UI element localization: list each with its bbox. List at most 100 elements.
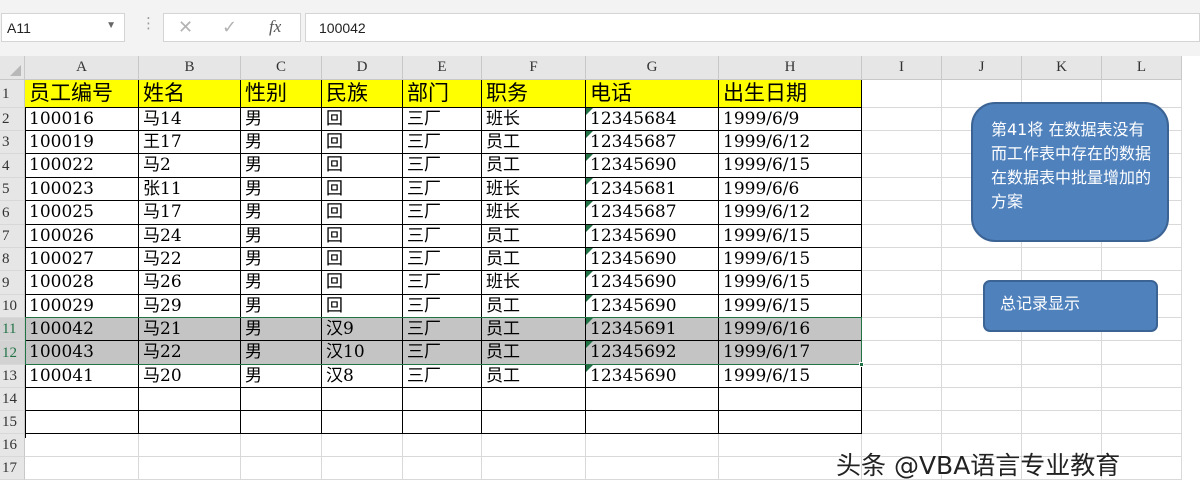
- data-cell[interactable]: 三厂: [403, 341, 482, 365]
- empty-cell[interactable]: [862, 388, 942, 411]
- data-cell[interactable]: 员工: [482, 154, 586, 178]
- data-cell[interactable]: 班长: [482, 108, 586, 131]
- data-cell[interactable]: 员工: [482, 248, 586, 271]
- data-cell[interactable]: 1999/6/15: [719, 271, 862, 295]
- data-cell[interactable]: 三厂: [403, 295, 482, 318]
- data-cell[interactable]: 回: [322, 295, 403, 318]
- header-cell[interactable]: 出生日期: [719, 80, 862, 108]
- name-box-value[interactable]: A11: [7, 20, 31, 36]
- empty-cell[interactable]: [25, 434, 139, 457]
- empty-cell[interactable]: [862, 248, 942, 271]
- column-header-j[interactable]: J: [942, 56, 1022, 80]
- empty-cell[interactable]: [586, 388, 719, 411]
- data-cell[interactable]: 100028: [25, 271, 139, 295]
- name-box[interactable]: A11 ▼: [1, 13, 125, 42]
- data-cell[interactable]: 1999/6/12: [719, 201, 862, 225]
- empty-cell[interactable]: [942, 411, 1022, 434]
- empty-cell[interactable]: [482, 457, 586, 480]
- data-cell[interactable]: 员工: [482, 365, 586, 388]
- data-cell[interactable]: 1999/6/15: [719, 154, 862, 178]
- column-header-i[interactable]: I: [862, 56, 942, 80]
- column-header-g[interactable]: G: [586, 56, 719, 80]
- data-cell[interactable]: 班长: [482, 178, 586, 201]
- data-cell[interactable]: 马24: [139, 225, 241, 248]
- empty-cell[interactable]: [482, 434, 586, 457]
- header-cell[interactable]: 员工编号: [25, 80, 139, 108]
- column-header-c[interactable]: C: [241, 56, 322, 80]
- data-cell[interactable]: 汉10: [322, 341, 403, 365]
- empty-cell[interactable]: [322, 411, 403, 434]
- empty-cell[interactable]: [942, 341, 1022, 365]
- data-cell[interactable]: 12345690: [586, 271, 719, 295]
- data-cell[interactable]: 100019: [25, 131, 139, 154]
- empty-cell[interactable]: [586, 457, 719, 480]
- data-cell[interactable]: 1999/6/12: [719, 131, 862, 154]
- cancel-icon[interactable]: ✕: [178, 17, 193, 38]
- data-cell[interactable]: 100029: [25, 295, 139, 318]
- empty-cell[interactable]: [862, 80, 942, 108]
- row-header-6[interactable]: 6: [0, 201, 25, 225]
- data-cell[interactable]: 100042: [25, 318, 139, 341]
- data-cell[interactable]: 1999/6/15: [719, 225, 862, 248]
- empty-cell[interactable]: [241, 457, 322, 480]
- row-header-9[interactable]: 9: [0, 271, 25, 295]
- data-cell[interactable]: 汉9: [322, 318, 403, 341]
- chevron-down-icon[interactable]: ▼: [106, 20, 116, 31]
- data-cell[interactable]: 1999/6/9: [719, 108, 862, 131]
- data-cell[interactable]: 三厂: [403, 201, 482, 225]
- data-cell[interactable]: 男: [241, 178, 322, 201]
- select-all-button[interactable]: [0, 56, 25, 80]
- data-cell[interactable]: 100027: [25, 248, 139, 271]
- data-cell[interactable]: 男: [241, 318, 322, 341]
- data-cell[interactable]: 张11: [139, 178, 241, 201]
- empty-cell[interactable]: [719, 388, 862, 411]
- empty-cell[interactable]: [403, 388, 482, 411]
- data-cell[interactable]: 三厂: [403, 318, 482, 341]
- column-header-l[interactable]: L: [1102, 56, 1182, 80]
- empty-cell[interactable]: [241, 388, 322, 411]
- data-cell[interactable]: 男: [241, 248, 322, 271]
- empty-cell[interactable]: [403, 411, 482, 434]
- empty-cell[interactable]: [862, 108, 942, 131]
- data-cell[interactable]: 员工: [482, 225, 586, 248]
- data-cell[interactable]: 12345690: [586, 248, 719, 271]
- row-header-4[interactable]: 4: [0, 154, 25, 178]
- header-cell[interactable]: 民族: [322, 80, 403, 108]
- data-cell[interactable]: 回: [322, 178, 403, 201]
- data-cell[interactable]: 员工: [482, 341, 586, 365]
- data-cell[interactable]: 王17: [139, 131, 241, 154]
- empty-cell[interactable]: [862, 411, 942, 434]
- empty-cell[interactable]: [241, 434, 322, 457]
- data-cell[interactable]: 马14: [139, 108, 241, 131]
- more-options-icon[interactable]: ⋮: [141, 14, 156, 32]
- data-cell[interactable]: 1999/6/15: [719, 365, 862, 388]
- data-cell[interactable]: 马29: [139, 295, 241, 318]
- data-cell[interactable]: 男: [241, 201, 322, 225]
- data-cell[interactable]: 马2: [139, 154, 241, 178]
- data-cell[interactable]: 100016: [25, 108, 139, 131]
- empty-cell[interactable]: [1022, 341, 1102, 365]
- data-cell[interactable]: 马22: [139, 248, 241, 271]
- data-cell[interactable]: 汉8: [322, 365, 403, 388]
- data-cell[interactable]: 100022: [25, 154, 139, 178]
- row-header-10[interactable]: 10: [0, 295, 25, 318]
- empty-cell[interactable]: [862, 295, 942, 318]
- header-cell[interactable]: 部门: [403, 80, 482, 108]
- empty-cell[interactable]: [1022, 248, 1102, 271]
- row-header-8[interactable]: 8: [0, 248, 25, 271]
- data-cell[interactable]: 回: [322, 225, 403, 248]
- data-cell[interactable]: 男: [241, 154, 322, 178]
- empty-cell[interactable]: [1102, 248, 1182, 271]
- data-cell[interactable]: 100025: [25, 201, 139, 225]
- row-header-11[interactable]: 11: [0, 318, 25, 341]
- data-cell[interactable]: 男: [241, 365, 322, 388]
- empty-cell[interactable]: [403, 457, 482, 480]
- row-header-16[interactable]: 16: [0, 434, 25, 457]
- empty-cell[interactable]: [862, 178, 942, 201]
- data-cell[interactable]: 回: [322, 248, 403, 271]
- data-cell[interactable]: 马17: [139, 201, 241, 225]
- empty-cell[interactable]: [942, 248, 1022, 271]
- empty-cell[interactable]: [482, 411, 586, 434]
- empty-cell[interactable]: [586, 434, 719, 457]
- data-cell[interactable]: 100026: [25, 225, 139, 248]
